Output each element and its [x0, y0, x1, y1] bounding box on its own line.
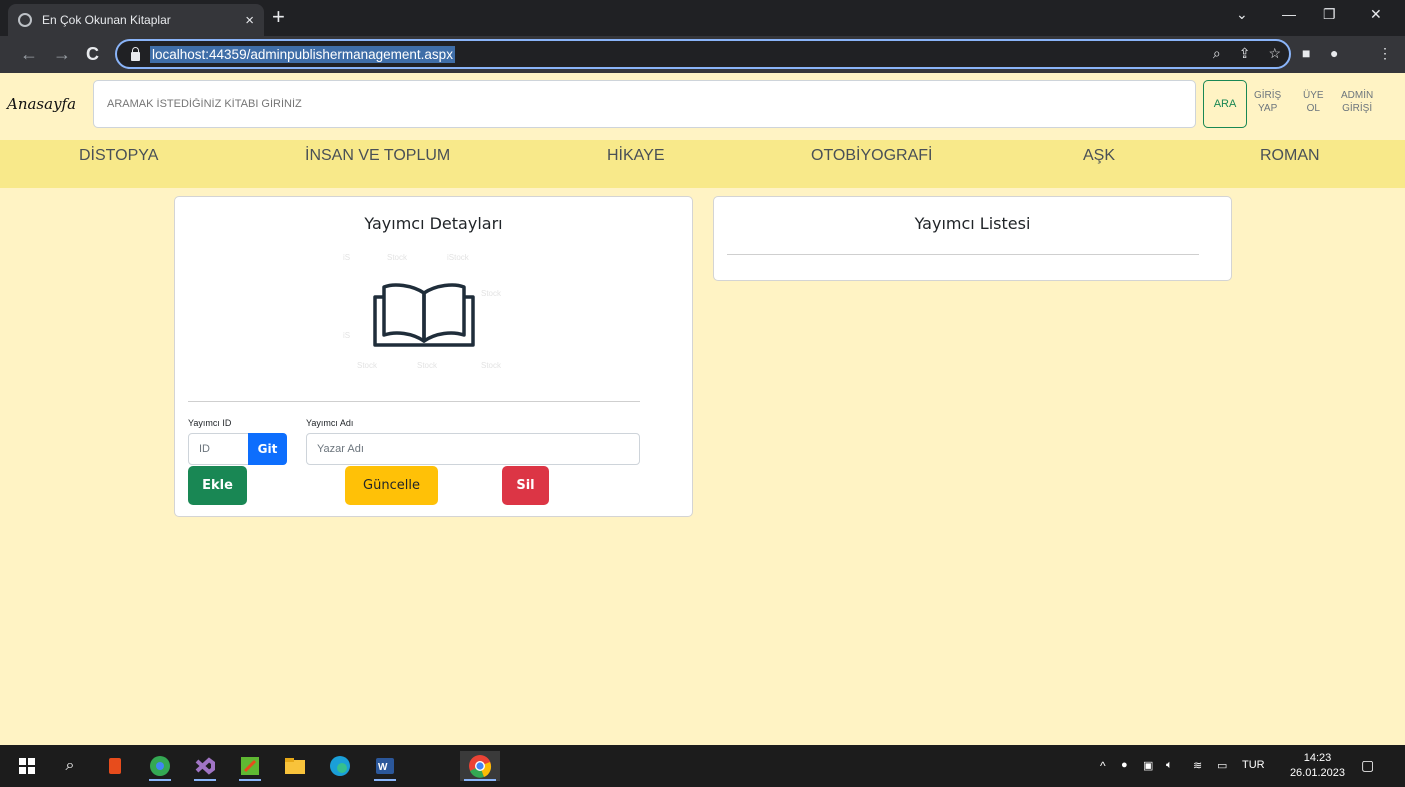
clock-time: 14:23: [1303, 752, 1332, 764]
tab-search-icon[interactable]: ⌄: [1236, 6, 1248, 23]
tray-app-icon[interactable]: ●: [1121, 759, 1128, 771]
menu-icon[interactable]: ⋮: [1378, 45, 1392, 62]
register-label-2: OL: [1306, 103, 1320, 114]
divider: [188, 401, 640, 402]
publisher-name-label: Yayımcı Adı: [306, 418, 354, 428]
minimize-icon[interactable]: —: [1282, 6, 1296, 22]
file-explorer-icon[interactable]: [280, 751, 310, 781]
windows-start-icon[interactable]: [12, 751, 42, 781]
open-book-icon: [373, 283, 475, 347]
divider: [727, 254, 1199, 255]
book-search-input[interactable]: [93, 80, 1196, 128]
profile-icon[interactable]: ●: [1330, 45, 1338, 61]
search-icon[interactable]: ⌕: [55, 751, 85, 781]
back-icon[interactable]: ←: [20, 44, 38, 64]
login-link[interactable]: GİRİŞ YAP: [1254, 89, 1281, 115]
edge-icon[interactable]: [325, 751, 355, 781]
register-label-1: ÜYE: [1303, 90, 1324, 101]
new-tab-icon[interactable]: +: [272, 6, 285, 28]
login-label-2: YAP: [1257, 103, 1278, 114]
globe-icon: [18, 13, 32, 27]
site-header: Anasayfa ARA GİRİŞ YAP ÜYE OL ADMİN GİRİ…: [0, 73, 1405, 140]
clock[interactable]: 14:23 26.01.2023: [1290, 751, 1345, 781]
category-hikaye[interactable]: HİKAYE: [607, 147, 665, 165]
category-roman[interactable]: ROMAN: [1260, 147, 1320, 165]
login-label-1: GİRİŞ: [1254, 90, 1282, 101]
category-otobiyografi[interactable]: OTOBİYOGRAFİ: [811, 147, 933, 165]
register-link[interactable]: ÜYE OL: [1303, 89, 1324, 115]
search-button[interactable]: ARA: [1203, 80, 1247, 128]
zoom-icon[interactable]: ⌕: [1213, 45, 1221, 62]
wifi-icon[interactable]: ≋: [1193, 759, 1202, 772]
publisher-name-input[interactable]: Yazar Adı: [306, 433, 640, 465]
admin-label-1: ADMİN: [1341, 90, 1374, 101]
forward-icon[interactable]: →: [53, 44, 71, 64]
share-icon[interactable]: ⇪: [1239, 45, 1251, 62]
delete-button[interactable]: Sil: [502, 466, 549, 505]
tab-close-icon[interactable]: ×: [245, 12, 254, 29]
update-button[interactable]: Güncelle: [345, 466, 438, 505]
url-text: localhost:44359/adminpublishermanagement…: [150, 45, 455, 63]
window-close-icon[interactable]: ✕: [1370, 6, 1382, 23]
category-ask[interactable]: AŞK: [1083, 147, 1115, 165]
tray-overflow-icon[interactable]: ^: [1100, 759, 1106, 773]
word-icon[interactable]: W: [370, 751, 400, 781]
publisher-id-input[interactable]: ID: [188, 433, 250, 465]
publisher-details-card: Yayımcı Detayları iS Stock iStock Stock …: [174, 196, 693, 517]
windows-taskbar: ⌕ W ^ ● ▣ 🔈︎ ≋ ▭ TUR 14:23 26.01.2023 ▢: [0, 745, 1405, 787]
notifications-icon[interactable]: ▢: [1361, 757, 1374, 774]
visual-studio-icon[interactable]: [190, 751, 220, 781]
office-icon[interactable]: [100, 751, 130, 781]
category-bar: DİSTOPYA İNSAN VE TOPLUM HİKAYE OTOBİYOG…: [0, 140, 1405, 188]
browser-tabbar: En Çok Okunan Kitaplar × + ⌄ — ❐ ✕: [0, 0, 1405, 36]
go-button[interactable]: Git: [248, 433, 287, 465]
address-bar[interactable]: localhost:44359/adminpublishermanagement…: [115, 39, 1291, 69]
add-button[interactable]: Ekle: [188, 466, 247, 505]
publisher-id-label: Yayımcı ID: [188, 418, 232, 428]
browser-tab[interactable]: En Çok Okunan Kitaplar ×: [8, 4, 264, 36]
tab-title: En Çok Okunan Kitaplar: [42, 13, 171, 27]
battery-icon[interactable]: ▭: [1217, 759, 1227, 772]
browser-toolbar: ← → C localhost:44359/adminpublishermana…: [0, 36, 1405, 73]
category-insan-ve-toplum[interactable]: İNSAN VE TOPLUM: [305, 147, 450, 165]
tray-app2-icon[interactable]: ▣: [1143, 759, 1153, 772]
publisher-list-title: Yayımcı Listesi: [914, 214, 1031, 233]
publisher-details-title: Yayımcı Detayları: [364, 214, 503, 233]
clock-date: 26.01.2023: [1289, 767, 1345, 779]
admin-login-link[interactable]: ADMİN GİRİŞİ: [1341, 89, 1373, 115]
reload-icon[interactable]: C: [86, 44, 99, 64]
restore-icon[interactable]: ❐: [1323, 6, 1336, 23]
volume-icon[interactable]: 🔈︎: [1166, 759, 1173, 772]
lock-icon: [131, 46, 140, 61]
language-indicator[interactable]: TUR: [1242, 759, 1265, 771]
chrome-icon[interactable]: [460, 751, 500, 781]
brand-home-link[interactable]: Anasayfa: [7, 95, 76, 113]
snipping-tool-icon[interactable]: [235, 751, 265, 781]
publisher-list-card: Yayımcı Listesi: [713, 196, 1232, 281]
category-distopya[interactable]: DİSTOPYA: [79, 147, 158, 165]
side-panel-icon[interactable]: ■: [1302, 45, 1310, 61]
svg-text:W: W: [378, 762, 388, 773]
chrome-profile-icon[interactable]: [145, 751, 175, 781]
admin-label-2: GİRİŞİ: [1342, 103, 1373, 114]
bookmark-star-icon[interactable]: ☆: [1268, 45, 1281, 62]
